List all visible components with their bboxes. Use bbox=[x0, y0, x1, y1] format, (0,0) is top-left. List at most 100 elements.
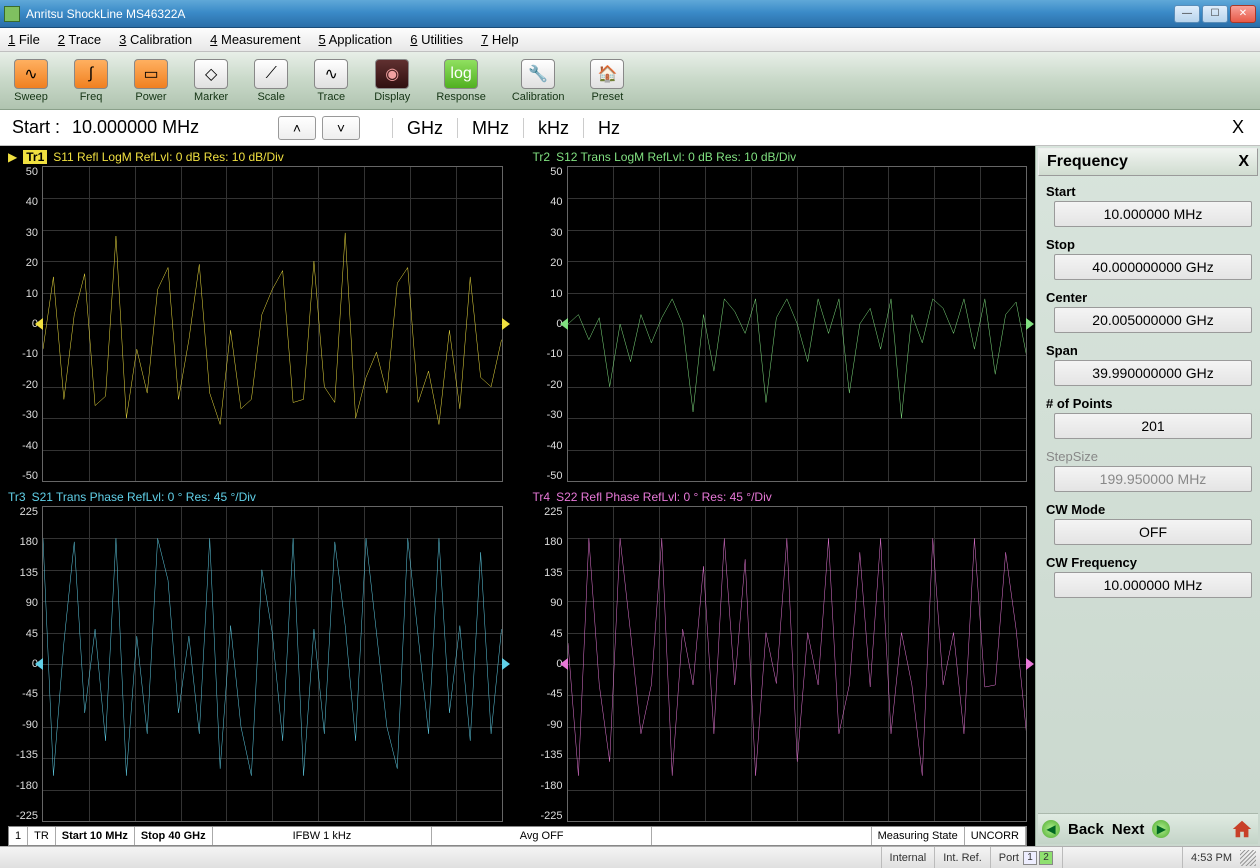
field-label: Start bbox=[1044, 182, 1252, 201]
tr-cell: TR bbox=[28, 827, 56, 845]
panel-close-button[interactable]: X bbox=[1238, 153, 1249, 171]
field-value[interactable]: 10.000000 MHz bbox=[1054, 572, 1252, 598]
response-button[interactable]: logResponse bbox=[430, 57, 492, 105]
plot-tr1[interactable]: ▶Tr1S11 Refl LogM RefLvl: 0 dB Res: 10 d… bbox=[8, 148, 503, 482]
graph-canvas[interactable] bbox=[567, 166, 1028, 482]
start-cell: Start 10 MHz bbox=[56, 827, 135, 845]
preset-button[interactable]: 🏠Preset bbox=[584, 57, 630, 105]
menu-trace[interactable]: 2 Trace bbox=[58, 32, 101, 47]
trace-label: Tr4 bbox=[533, 490, 551, 504]
minimize-button[interactable]: — bbox=[1174, 5, 1200, 23]
frequency-panel: Frequency X Start10.000000 MHzStop40.000… bbox=[1035, 146, 1260, 846]
menu-calibration[interactable]: 3 Calibration bbox=[119, 32, 192, 47]
field-value[interactable]: 40.000000000 GHz bbox=[1054, 254, 1252, 280]
clear-button[interactable]: X bbox=[1222, 117, 1254, 138]
field-center: Center20.005000000 GHz bbox=[1038, 286, 1258, 339]
field-value[interactable]: 39.990000000 GHz bbox=[1054, 360, 1252, 386]
ref-marker-left[interactable] bbox=[560, 658, 568, 670]
menu-measurement[interactable]: 4 Measurement bbox=[210, 32, 300, 47]
plot-title: Tr2S12 Trans LogM RefLvl: 0 dB Res: 10 d… bbox=[533, 148, 1028, 166]
menu-utilities[interactable]: 6 Utilities bbox=[410, 32, 463, 47]
menu-file[interactable]: 1 File bbox=[8, 32, 40, 47]
display-icon: ◉ bbox=[375, 59, 409, 89]
plot-area: www.tehencom.com ▶Tr1S11 Refl LogM RefLv… bbox=[0, 146, 1035, 846]
increment-button[interactable]: ˄ bbox=[278, 116, 316, 140]
ref-marker-left[interactable] bbox=[35, 658, 43, 670]
ref-marker-right[interactable] bbox=[1026, 658, 1034, 670]
panel-nav: ◀ Back Next ▶ bbox=[1038, 813, 1258, 844]
unit-khz[interactable]: kHz bbox=[523, 118, 583, 138]
trace-label: Tr2 bbox=[533, 150, 551, 164]
app-icon bbox=[4, 6, 20, 22]
ref-marker-right[interactable] bbox=[502, 658, 510, 670]
ref-marker-right[interactable] bbox=[1026, 318, 1034, 330]
titlebar: Anritsu ShockLine MS46322A — ☐ ✕ bbox=[0, 0, 1260, 28]
field-label: StepSize bbox=[1044, 447, 1252, 466]
sweep-button[interactable]: ∿Sweep bbox=[8, 57, 54, 105]
plot-title: Tr3S21 Trans Phase RefLvl: 0 ° Res: 45 °… bbox=[8, 488, 503, 506]
freq-button[interactable]: ∫Freq bbox=[68, 57, 114, 105]
graph-canvas[interactable] bbox=[42, 506, 503, 822]
start-label: Start : bbox=[6, 117, 66, 138]
measuring-cell: Measuring State bbox=[872, 827, 965, 845]
time-cell: 4:53 PM bbox=[1182, 847, 1240, 868]
field-stepsize: StepSize199.950000 MHz bbox=[1038, 445, 1258, 498]
power-icon: ▭ bbox=[134, 59, 168, 89]
display-button[interactable]: ◉Display bbox=[368, 57, 416, 105]
next-button[interactable]: Next bbox=[1112, 821, 1145, 838]
field-value[interactable]: OFF bbox=[1054, 519, 1252, 545]
field-span: Span39.990000000 GHz bbox=[1038, 339, 1258, 392]
marker-icon: ◇ bbox=[194, 59, 228, 89]
window-title: Anritsu ShockLine MS46322A bbox=[26, 7, 1174, 21]
unit-ghz[interactable]: GHz bbox=[392, 118, 457, 138]
close-button[interactable]: ✕ bbox=[1230, 5, 1256, 23]
resize-grip[interactable] bbox=[1240, 850, 1256, 866]
field-label: Stop bbox=[1044, 235, 1252, 254]
calibration-button[interactable]: 🔧Calibration bbox=[506, 57, 571, 105]
menu-application[interactable]: 5 Application bbox=[318, 32, 392, 47]
calibration-icon: 🔧 bbox=[521, 59, 555, 89]
ref-marker-left[interactable] bbox=[35, 318, 43, 330]
back-button[interactable]: Back bbox=[1068, 821, 1104, 838]
unit-mhz[interactable]: MHz bbox=[457, 118, 523, 138]
graph-canvas[interactable] bbox=[567, 506, 1028, 822]
plot-tr4[interactable]: Tr4S22 Refl Phase RefLvl: 0 ° Res: 45 °/… bbox=[533, 488, 1028, 822]
marker-button[interactable]: ◇Marker bbox=[188, 57, 234, 105]
field-cw-frequency: CW Frequency10.000000 MHz bbox=[1038, 551, 1258, 604]
ref-marker-left[interactable] bbox=[560, 318, 568, 330]
power-button[interactable]: ▭Power bbox=[128, 57, 174, 105]
field-value[interactable]: 10.000000 MHz bbox=[1054, 201, 1252, 227]
field-label: Center bbox=[1044, 288, 1252, 307]
plot-tr2[interactable]: Tr2S12 Trans LogM RefLvl: 0 dB Res: 10 d… bbox=[533, 148, 1028, 482]
sweep-icon: ∿ bbox=[14, 59, 48, 89]
toolbar: ∿Sweep ∫Freq ▭Power ◇Marker ⟋Scale ∿Trace ◉Dis… bbox=[0, 52, 1260, 110]
field-label: Span bbox=[1044, 341, 1252, 360]
avg-cell: Avg OFF bbox=[432, 827, 652, 845]
field-value[interactable]: 201 bbox=[1054, 413, 1252, 439]
back-arrow-icon: ◀ bbox=[1042, 820, 1060, 838]
preset-icon: 🏠 bbox=[590, 59, 624, 89]
statusbar: Internal Int. Ref. Port 1 2 4:53 PM bbox=[0, 846, 1260, 868]
decrement-button[interactable]: ˅ bbox=[322, 116, 360, 140]
field-start: Start10.000000 MHz bbox=[1038, 180, 1258, 233]
maximize-button[interactable]: ☐ bbox=[1202, 5, 1228, 23]
menu-help[interactable]: 7 Help bbox=[481, 32, 519, 47]
internal-cell: Internal bbox=[881, 847, 935, 868]
home-icon[interactable] bbox=[1230, 818, 1254, 840]
graph-canvas[interactable] bbox=[42, 166, 503, 482]
plot-tr3[interactable]: Tr3S21 Trans Phase RefLvl: 0 ° Res: 45 °… bbox=[8, 488, 503, 822]
start-value[interactable]: 10.000000 MHz bbox=[72, 117, 272, 138]
scale-button[interactable]: ⟋Scale bbox=[248, 57, 294, 105]
stop-cell: Stop 40 GHz bbox=[135, 827, 213, 845]
trace-badge: Tr1 bbox=[23, 150, 47, 164]
field-value[interactable]: 20.005000000 GHz bbox=[1054, 307, 1252, 333]
next-arrow-icon: ▶ bbox=[1152, 820, 1170, 838]
response-icon: log bbox=[444, 59, 478, 89]
unit-hz[interactable]: Hz bbox=[583, 118, 634, 138]
trace-button[interactable]: ∿Trace bbox=[308, 57, 354, 105]
plot-statusbar: 1 TR Start 10 MHz Stop 40 GHz IFBW 1 kHz… bbox=[8, 826, 1027, 846]
input-bar: Start : 10.000000 MHz ˄ ˅ GHzMHzkHzHz X bbox=[0, 110, 1260, 146]
ref-marker-right[interactable] bbox=[502, 318, 510, 330]
cal-cell: UNCORR bbox=[965, 827, 1026, 845]
port-cell: Port 1 2 bbox=[990, 847, 1062, 868]
